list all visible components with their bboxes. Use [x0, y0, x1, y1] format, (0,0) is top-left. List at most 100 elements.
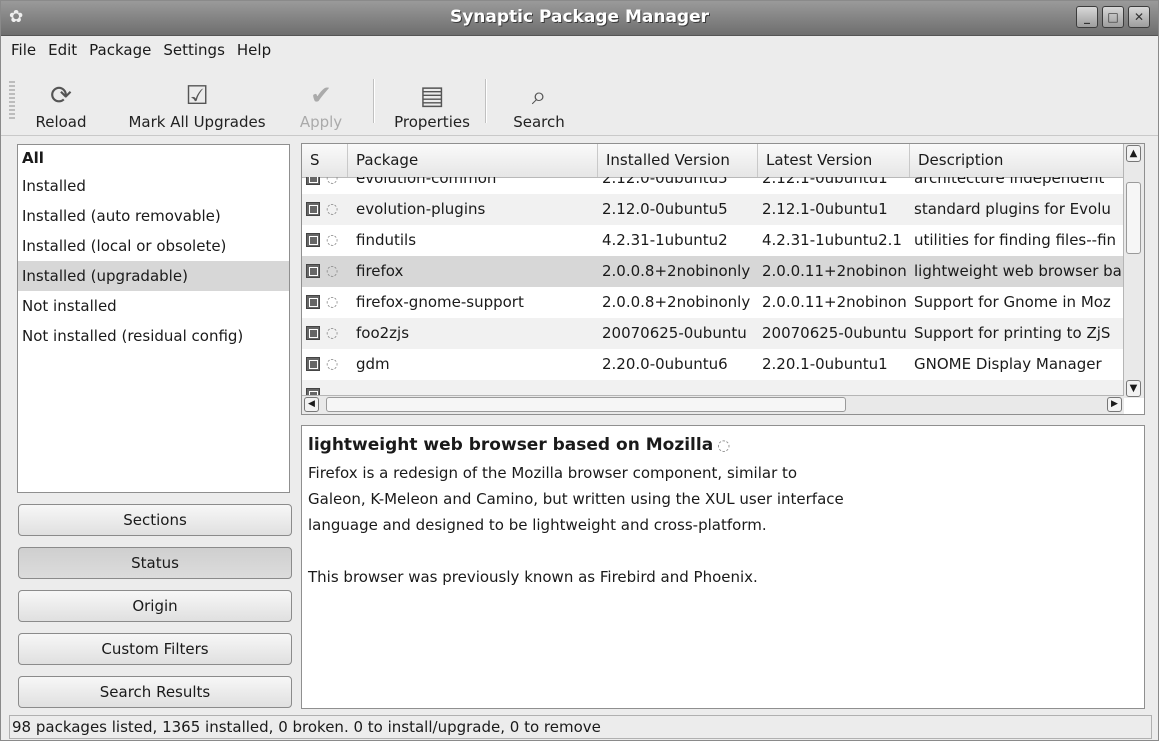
scroll-down-arrow[interactable]: ▼: [1126, 380, 1141, 397]
ubuntu-support-icon: ◌: [326, 201, 339, 217]
table-row[interactable]: ◌ findutils 4.2.31-1ubuntu2 4.2.31-1ubun…: [302, 225, 1124, 256]
ubuntu-support-icon: ◌: [717, 436, 731, 454]
origin-button[interactable]: Origin: [18, 590, 292, 622]
table-row[interactable]: ◌ foo2zjs 20070625-0ubuntu 20070625-0ubu…: [302, 318, 1124, 349]
status-checkbox[interactable]: [306, 295, 320, 309]
reload-button[interactable]: ⟳ Reload: [29, 69, 93, 131]
latest-version: 20070625-0ubuntu: [762, 324, 907, 342]
search-label: Search: [513, 113, 565, 131]
filter-item-installed[interactable]: Installed: [18, 171, 289, 201]
column-header-description[interactable]: Description: [910, 144, 1124, 177]
filter-item-installed-upgradable[interactable]: Installed (upgradable): [18, 261, 289, 291]
ubuntu-support-icon: ◌: [326, 232, 339, 248]
properties-label: Properties: [394, 113, 470, 131]
installed-version: 2.12.0-0ubuntu5: [602, 200, 728, 218]
latest-version: 2.12.1-0ubuntu1: [762, 200, 888, 218]
package-description: architecture independent: [914, 177, 1105, 187]
package-description: Support for Gnome in Moz: [914, 293, 1111, 311]
mark-all-upgrades-button[interactable]: ☑ Mark All Upgrades: [119, 69, 275, 131]
latest-version: 4.2.31-1ubuntu2.1: [762, 231, 902, 249]
toolbar-grip[interactable]: [9, 81, 15, 119]
filter-item-all[interactable]: All: [18, 145, 289, 171]
filter-item-not-installed[interactable]: Not installed: [18, 291, 289, 321]
details-blank-line: [308, 538, 1138, 564]
ubuntu-support-icon: ◌: [326, 263, 339, 279]
ubuntu-support-icon: ◌: [326, 356, 339, 372]
sections-button[interactable]: Sections: [18, 504, 292, 536]
package-name: firefox-gnome-support: [356, 293, 524, 311]
details-title: lightweight web browser based on Mozilla: [308, 435, 714, 455]
menu-settings[interactable]: Settings: [157, 39, 231, 61]
table-row[interactable]: ◌ evolution-common 2.12.0-0ubuntu5 2.12.…: [302, 177, 1124, 194]
horizontal-scrollbar[interactable]: ◀ ▶: [302, 395, 1124, 414]
menu-edit[interactable]: Edit: [42, 39, 83, 61]
reload-label: Reload: [35, 113, 87, 131]
package-name: evolution-plugins: [356, 200, 486, 218]
latest-version: 2.0.0.11+2nobinonl: [762, 262, 908, 280]
reload-icon: ⟳: [50, 81, 72, 111]
search-icon: ⌕: [531, 81, 547, 111]
details-description-line: language and designed to be lightweight …: [308, 516, 767, 534]
close-button[interactable]: ✕: [1128, 6, 1150, 28]
custom-filters-button[interactable]: Custom Filters: [18, 633, 292, 665]
column-header-status[interactable]: S: [302, 144, 348, 177]
installed-version: 2.0.0.8+2nobinonly: [602, 262, 751, 280]
search-results-button[interactable]: Search Results: [18, 676, 292, 708]
filter-item-installed-auto-removable[interactable]: Installed (auto removable): [18, 201, 289, 231]
status-bar: 98 packages listed, 1365 installed, 0 br…: [9, 715, 1152, 739]
menu-file[interactable]: File: [5, 39, 42, 61]
apply-check-icon: ✔: [310, 81, 332, 111]
table-row[interactable]: ◌ gdm 2.20.0-0ubuntu6 2.20.1-0ubuntu1 GN…: [302, 349, 1124, 380]
status-checkbox[interactable]: [306, 202, 320, 216]
menu-bar: File Edit Package Settings Help: [1, 36, 1158, 64]
mark-upgrades-icon: ☑: [185, 81, 209, 111]
package-table-header: S Package Installed Version Latest Versi…: [302, 144, 1124, 178]
package-list: S Package Installed Version Latest Versi…: [301, 143, 1145, 415]
column-header-latest-version[interactable]: Latest Version: [758, 144, 910, 177]
scroll-up-arrow[interactable]: ▲: [1126, 145, 1141, 162]
details-description-line: Galeon, K-Meleon and Camino, but written…: [308, 490, 844, 508]
filter-item-not-installed-residual[interactable]: Not installed (residual config): [18, 321, 289, 351]
latest-version: 2.12.1-0ubuntu1: [762, 177, 888, 187]
table-row-selected[interactable]: ◌ firefox 2.0.0.8+2nobinonly 2.0.0.11+2n…: [302, 256, 1124, 287]
installed-version: 4.2.31-1ubuntu2: [602, 231, 728, 249]
status-checkbox[interactable]: [306, 177, 320, 185]
table-row[interactable]: ◌ firefox-gnome-support 2.0.0.8+2nobinon…: [302, 287, 1124, 318]
package-name: firefox: [356, 262, 404, 280]
table-row[interactable]: ◌ evolution-plugins 2.12.0-0ubuntu5 2.12…: [302, 194, 1124, 225]
vertical-scroll-thumb[interactable]: [1126, 182, 1141, 254]
installed-version: 2.0.0.8+2nobinonly: [602, 293, 751, 311]
maximize-button[interactable]: □: [1102, 6, 1124, 28]
package-details: lightweight web browser based on Mozilla…: [301, 425, 1145, 709]
vertical-scrollbar[interactable]: ▲ ▼: [1123, 144, 1144, 398]
filter-list: All Installed Installed (auto removable)…: [17, 144, 290, 493]
package-rows: ◌ evolution-common 2.12.0-0ubuntu5 2.12.…: [302, 177, 1124, 399]
column-header-package[interactable]: Package: [348, 144, 598, 177]
status-checkbox[interactable]: [306, 357, 320, 371]
properties-button[interactable]: ▤ Properties: [383, 69, 481, 131]
minimize-button[interactable]: _: [1076, 6, 1098, 28]
search-button[interactable]: ⌕ Search: [503, 69, 575, 131]
column-header-installed-version[interactable]: Installed Version: [598, 144, 758, 177]
scroll-right-arrow[interactable]: ▶: [1107, 397, 1122, 412]
package-description: GNOME Display Manager: [914, 355, 1102, 373]
status-checkbox[interactable]: [306, 233, 320, 247]
title-bar[interactable]: ✿ Synaptic Package Manager _ □ ✕: [1, 1, 1158, 36]
scroll-left-arrow[interactable]: ◀: [304, 397, 319, 412]
ubuntu-support-icon: ◌: [326, 325, 339, 341]
menu-help[interactable]: Help: [231, 39, 277, 61]
mark-all-upgrades-label: Mark All Upgrades: [128, 113, 266, 131]
status-button[interactable]: Status: [18, 547, 292, 579]
installed-version: 2.12.0-0ubuntu5: [602, 177, 728, 187]
latest-version: 2.0.0.11+2nobinonl: [762, 293, 908, 311]
status-checkbox[interactable]: [306, 264, 320, 278]
status-checkbox[interactable]: [306, 326, 320, 340]
apply-button[interactable]: ✔ Apply: [295, 69, 347, 131]
filter-item-installed-local-obsolete[interactable]: Installed (local or obsolete): [18, 231, 289, 261]
horizontal-scroll-thumb[interactable]: [326, 397, 846, 412]
apply-label: Apply: [299, 113, 343, 131]
menu-package[interactable]: Package: [83, 39, 157, 61]
properties-icon: ▤: [419, 81, 445, 111]
window-title: Synaptic Package Manager: [449, 7, 709, 27]
details-description-line: This browser was previously known as Fir…: [308, 568, 758, 586]
